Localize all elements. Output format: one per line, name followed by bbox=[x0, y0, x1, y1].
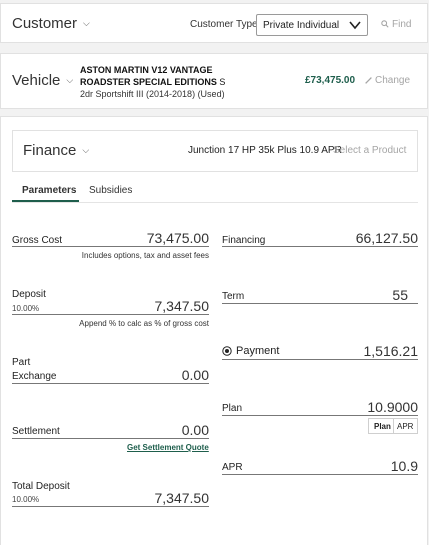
part-exchange-underline bbox=[12, 383, 209, 384]
gross-cost-label: Gross Cost bbox=[12, 235, 63, 246]
change-label: Change bbox=[375, 75, 411, 86]
part-exchange-field[interactable]: 0.00 bbox=[111, 367, 209, 383]
radio-selected-icon bbox=[222, 346, 232, 356]
chevron-down-icon bbox=[349, 21, 361, 30]
pencil-icon bbox=[365, 77, 372, 84]
tabs-divider bbox=[12, 202, 418, 203]
term-field[interactable]: 55 bbox=[319, 287, 408, 303]
gross-cost-underline bbox=[12, 246, 209, 247]
part-exchange-label-line1: Part bbox=[12, 357, 31, 368]
vehicle-title: Vehicle bbox=[12, 72, 61, 89]
customer-section: Customer ⌵ Customer Type Private Individu… bbox=[0, 3, 428, 43]
payment-label: Payment bbox=[236, 345, 280, 357]
payment-underline bbox=[222, 359, 418, 360]
gross-cost-field[interactable]: 73,475.00 bbox=[111, 230, 209, 246]
get-settlement-quote-link[interactable]: Get Settlement Quote bbox=[127, 443, 209, 452]
tab-subsidies[interactable]: Subsidies bbox=[89, 185, 132, 196]
customer-type-label: Customer Type bbox=[190, 19, 258, 30]
deposit-label: Deposit bbox=[12, 289, 46, 300]
vehicle-spec: 2dr Sportshift III (2014-2018) (Used) bbox=[80, 89, 225, 99]
toggle-option-apr[interactable]: APR bbox=[397, 422, 413, 431]
finance-section: Finance ⌵ Junction 17 HP 35k Plus 10.9 AP… bbox=[0, 116, 428, 545]
part-exchange-label-line2: Exchange bbox=[12, 371, 57, 382]
finance-product-name: Junction 17 HP 35k Plus 10.9 APR bbox=[188, 145, 342, 156]
search-icon bbox=[381, 20, 389, 28]
plan-field[interactable]: 10.9000 bbox=[319, 399, 418, 415]
change-vehicle-button[interactable]: Change bbox=[365, 75, 410, 86]
finance-title: Finance bbox=[23, 142, 77, 159]
total-deposit-percent: 10.00% bbox=[12, 495, 40, 504]
deposit-percent: 10.00% bbox=[12, 304, 40, 313]
plan-underline bbox=[222, 415, 418, 416]
total-deposit-underline bbox=[12, 506, 209, 507]
apr-underline bbox=[222, 474, 418, 475]
settlement-label: Settlement bbox=[12, 426, 60, 437]
chevron-down-icon: ⌵ bbox=[82, 145, 90, 155]
vehicle-price: £73,475.00 bbox=[305, 75, 356, 86]
customer-section-toggle[interactable]: Customer ⌵ bbox=[12, 15, 90, 32]
apr-value: 10.9 bbox=[390, 458, 418, 474]
vehicle-section: Vehicle ⌵ ASTON MARTIN V12 VANTAGE ROADST… bbox=[0, 53, 428, 109]
find-button[interactable]: Find bbox=[381, 19, 411, 30]
settlement-field[interactable]: 0.00 bbox=[111, 422, 209, 438]
settlement-underline bbox=[12, 438, 209, 439]
deposit-hint: Append % to calc as % of gross cost bbox=[79, 319, 209, 328]
payment-option[interactable]: Payment bbox=[222, 345, 279, 357]
payment-value: 1,516.21 bbox=[363, 343, 419, 359]
finance-header: Finance ⌵ Junction 17 HP 35k Plus 10.9 AP… bbox=[12, 130, 418, 172]
deposit-underline bbox=[12, 314, 209, 315]
vehicle-name-main: ASTON MARTIN V12 VANTAGE ROADSTER SPECIA… bbox=[80, 65, 217, 87]
customer-type-value: Private Individual bbox=[263, 20, 340, 31]
vehicle-name: ASTON MARTIN V12 VANTAGE ROADSTER SPECIA… bbox=[80, 64, 240, 88]
term-label: Term bbox=[222, 291, 245, 302]
tab-parameters[interactable]: Parameters bbox=[22, 185, 76, 196]
plan-apr-toggle[interactable]: Plan APR bbox=[368, 418, 418, 434]
select-product-button[interactable]: Select a Product bbox=[333, 145, 406, 156]
gross-cost-hint: Includes options, tax and asset fees bbox=[81, 251, 209, 260]
chevron-down-icon: ⌵ bbox=[66, 75, 74, 85]
total-deposit-label: Total Deposit bbox=[12, 481, 70, 492]
vehicle-name-suffix: S bbox=[219, 77, 226, 87]
plan-label: Plan bbox=[222, 403, 243, 414]
financing-label: Financing bbox=[222, 235, 266, 246]
term-underline bbox=[222, 303, 418, 304]
apr-label: APR bbox=[222, 462, 243, 473]
chevron-down-icon: ⌵ bbox=[83, 18, 90, 28]
financing-underline bbox=[222, 246, 418, 247]
toggle-option-plan[interactable]: Plan bbox=[374, 422, 391, 431]
deposit-field[interactable]: 7,347.50 bbox=[111, 298, 210, 314]
total-deposit-value: 7,347.50 bbox=[154, 490, 210, 506]
financing-value: 66,127.50 bbox=[355, 230, 418, 246]
finance-section-toggle[interactable]: Finance ⌵ bbox=[23, 142, 89, 159]
vehicle-section-toggle[interactable]: Vehicle ⌵ bbox=[12, 72, 73, 89]
customer-title: Customer bbox=[12, 15, 78, 32]
find-label: Find bbox=[392, 19, 412, 30]
toggle-divider bbox=[393, 419, 394, 433]
customer-type-select[interactable]: Private Individual bbox=[256, 14, 368, 36]
